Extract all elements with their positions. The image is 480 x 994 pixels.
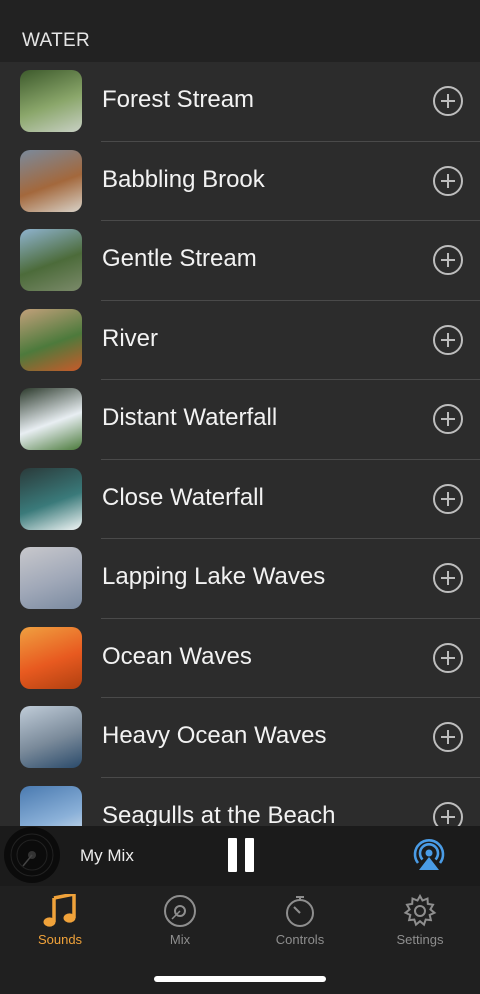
sound-thumbnail — [20, 706, 82, 768]
sound-row[interactable]: Ocean Waves — [0, 619, 480, 699]
sound-row[interactable]: Seagulls at the Beach — [0, 778, 480, 827]
sound-thumbnail — [20, 626, 82, 689]
sound-thumbnail — [20, 308, 82, 371]
section-title: WATER — [22, 30, 90, 51]
home-indicator[interactable] — [154, 976, 326, 982]
tab-mix[interactable]: Mix — [120, 894, 240, 954]
sound-label: Gentle Stream — [102, 245, 257, 272]
sound-row[interactable]: Heavy Ocean Waves — [0, 698, 480, 778]
add-circle-icon[interactable] — [432, 85, 464, 117]
sound-label: Heavy Ocean Waves — [102, 722, 327, 749]
disc-icon — [164, 895, 196, 927]
tab-controls[interactable]: Controls — [240, 894, 360, 954]
sound-row[interactable]: Gentle Stream — [0, 221, 480, 301]
sound-thumbnail — [20, 229, 82, 291]
add-circle-icon[interactable] — [432, 642, 464, 674]
sound-row[interactable]: Forest Stream — [0, 62, 480, 142]
sound-row[interactable]: Babbling Brook — [0, 142, 480, 222]
stopwatch-icon — [286, 896, 314, 927]
tab-sounds-label: Sounds — [37, 932, 83, 947]
add-circle-icon[interactable] — [432, 324, 464, 356]
sound-row[interactable]: Distant Waterfall — [0, 380, 480, 460]
pause-button[interactable] — [226, 838, 256, 872]
music-note-icon — [43, 894, 76, 927]
add-circle-icon[interactable] — [432, 801, 464, 827]
tab-settings-label: Settings — [396, 932, 444, 947]
add-circle-icon[interactable] — [432, 244, 464, 276]
sound-label: Ocean Waves — [102, 642, 252, 670]
sound-thumbnail — [20, 388, 82, 450]
sound-label: Distant Waterfall — [102, 404, 278, 431]
airplay-icon[interactable] — [410, 838, 448, 872]
tab-mix-label: Mix — [169, 932, 191, 947]
add-circle-icon[interactable] — [432, 483, 464, 515]
tab-controls-label: Controls — [275, 932, 325, 947]
sound-thumbnail — [20, 70, 82, 132]
sound-thumbnail — [20, 467, 82, 530]
gear-icon — [403, 894, 437, 927]
sound-thumbnail — [20, 149, 82, 212]
sound-row[interactable]: Lapping Lake Waves — [0, 539, 480, 619]
now-playing-bar[interactable]: My Mix — [0, 826, 480, 886]
sound-label: Seagulls at the Beach — [102, 801, 336, 827]
sound-label: Forest Stream — [102, 86, 255, 113]
sound-thumbnail — [20, 785, 82, 826]
add-circle-icon[interactable] — [432, 165, 464, 197]
sound-row[interactable]: River — [0, 301, 480, 381]
vinyl-record-icon[interactable] — [3, 826, 61, 884]
mix-name: My Mix — [80, 846, 134, 865]
section-header: WATER — [0, 0, 480, 62]
add-circle-icon[interactable] — [432, 403, 464, 435]
tab-sounds[interactable]: Sounds — [0, 894, 120, 954]
add-circle-icon[interactable] — [432, 721, 464, 753]
sound-label: Lapping Lake Waves — [102, 563, 326, 590]
sound-row[interactable]: Close Waterfall — [0, 460, 480, 540]
sound-label: Close Waterfall — [102, 483, 264, 511]
sound-label: River — [102, 324, 159, 352]
sound-list[interactable]: Forest Stream Babbling Brook Gentle Stream… — [0, 62, 480, 826]
tab-settings[interactable]: Settings — [360, 894, 480, 954]
add-circle-icon[interactable] — [432, 562, 464, 594]
sound-label: Babbling Brook — [102, 165, 265, 193]
sound-thumbnail — [20, 547, 82, 609]
